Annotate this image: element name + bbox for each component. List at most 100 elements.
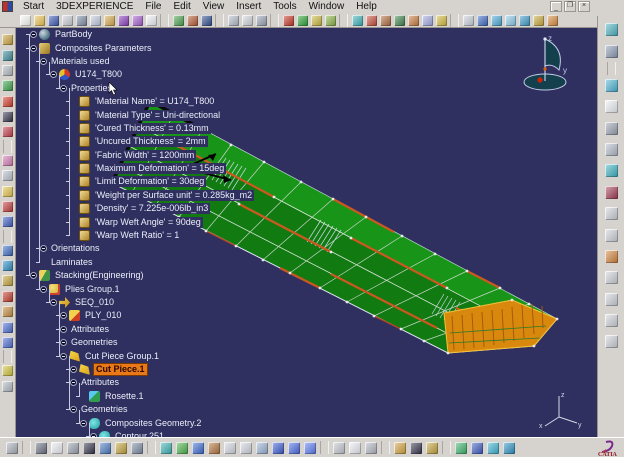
axis-system-icon[interactable] [365,442,377,454]
expander-icon[interactable] [40,286,47,293]
close-button[interactable]: × [578,1,590,12]
pink-tool-icon[interactable] [2,155,13,166]
spark-gray-icon[interactable] [2,381,13,392]
zoom-in-icon[interactable] [224,442,236,454]
expander-icon[interactable] [40,58,47,65]
tree-node-weight-per-surface-unit-0-285kg-m2[interactable]: 'Weight per Surface unit' = 0.285kg_m2 [18,189,338,202]
donut-red-icon[interactable] [2,96,13,107]
fish-cyan-icon[interactable] [503,442,515,454]
menu-item-3dexperience[interactable]: 3DEXPERIENCE [50,1,139,12]
minimize-button[interactable]: _ [550,1,562,12]
tree-node-label[interactable]: PartBody [53,29,94,40]
cut-icon[interactable] [76,15,87,26]
surface-blue-icon[interactable] [477,15,488,26]
menu-item-file[interactable]: File [139,1,167,12]
save-icon[interactable] [48,15,59,26]
ply-gold-icon[interactable] [436,15,447,26]
chat-icon[interactable] [51,442,63,454]
tree-node-label[interactable]: Attributes [69,324,111,335]
tree-node-limit-deformation-30deg[interactable]: 'Limit Deformation' = 30deg [18,175,338,188]
surface-gray-icon[interactable] [463,15,474,26]
grid-icon[interactable] [2,170,13,181]
tree-node-label[interactable]: 'Warp Weft Ratio' = 1 [93,230,181,241]
compass-reset-icon[interactable] [333,442,345,454]
expander-icon[interactable] [50,71,57,78]
tree-node-orientations[interactable]: Orientations [18,242,338,255]
expander-icon[interactable] [70,406,77,413]
s-curve-icon[interactable] [455,442,467,454]
wrench-icon[interactable] [131,442,143,454]
tree-node-material-type-uni-directional[interactable]: 'Material Type' = Uni-directional [18,108,338,121]
tree-node-label[interactable]: 'Weight per Surface unit' = 0.285kg_m2 [93,190,254,201]
micro-icon[interactable] [67,442,79,454]
whats-this-icon[interactable] [146,15,157,26]
menu-item-start[interactable]: Start [17,1,50,12]
tree-node-density-7-225e-006lb-in3[interactable]: 'Density' = 7.225e-006lb_in3 [18,202,338,215]
ply-red-icon[interactable] [366,15,377,26]
fly-mode-icon[interactable] [605,79,618,92]
knife-tool-icon[interactable] [605,122,618,135]
tree-node-material-name-u174-t800[interactable]: 'Material Name' = U174_T800 [18,95,338,108]
tree-node-composites-parameters[interactable]: Composites Parameters [18,41,338,54]
tree-node-label[interactable]: Composites Geometry.2 [103,418,203,429]
tree-node-label[interactable]: 'Fabric Width' = 1200mm [93,150,196,161]
tree-node-label[interactable]: Laminates [49,257,95,268]
checker-icon[interactable] [173,15,184,26]
ply-orange-icon[interactable] [408,15,419,26]
undo-icon[interactable] [118,15,129,26]
square-red-icon[interactable] [2,291,13,302]
tree-node-maximum-deformation-15deg[interactable]: 'Maximum Deformation' = 15deg [18,162,338,175]
tree-node-contour-251[interactable]: Contour.251 [18,430,338,437]
tree-node-label[interactable]: Attributes [79,377,121,388]
tree-node-label[interactable]: Plies Group.1 [63,284,122,295]
part-icon[interactable] [2,80,13,91]
disabled-tool-icon[interactable] [605,229,618,242]
folder-yellow-icon[interactable] [2,186,13,197]
expander-icon[interactable] [50,299,57,306]
expander-icon[interactable] [60,85,67,92]
material-red-icon[interactable] [283,15,294,26]
tree-node-cut-piece-1[interactable]: Cut Piece.1 [18,363,338,376]
tree-node-composites-geometry-2[interactable]: Composites Geometry.2 [18,416,338,429]
expander-icon[interactable] [30,45,37,52]
disabled-tool-icon[interactable] [605,271,618,284]
pan-icon[interactable] [192,442,204,454]
zoom-out-icon[interactable] [240,442,252,454]
tree-node-attributes[interactable]: Attributes [18,376,338,389]
expander-icon[interactable] [60,353,67,360]
analysis-blue-icon[interactable] [519,15,530,26]
new-file-icon[interactable] [20,15,31,26]
fit-all-icon[interactable] [176,442,188,454]
ruler-icon[interactable] [394,442,406,454]
tree-node-materials-used[interactable]: Materials used [18,55,338,68]
analysis-gold-icon[interactable] [533,15,544,26]
expander-icon[interactable] [60,326,67,333]
spark-icon[interactable] [2,365,13,376]
package-icon[interactable] [2,34,13,45]
tree-node-cut-piece-group-1[interactable]: Cut Piece Group.1 [18,349,338,362]
book-red-icon[interactable] [2,201,13,212]
material-green-icon[interactable] [297,15,308,26]
tree-node-label[interactable]: U174_T800 [73,69,124,80]
cube-view-icon[interactable] [304,442,316,454]
clipboard-cyan-icon[interactable] [605,23,618,36]
ply-green-icon[interactable] [394,15,405,26]
catalog-icon[interactable] [228,15,239,26]
print-icon[interactable] [62,15,73,26]
tree-node-label[interactable]: 'Warp Weft Angle' = 90deg [93,217,203,228]
tree-node-label[interactable]: 'Material Type' = Uni-directional [93,110,222,121]
tree-node-label[interactable]: Cut Piece Group.1 [83,351,161,362]
analysis-orange-icon[interactable] [547,15,558,26]
hill-icon[interactable] [2,275,13,286]
tree-node-label[interactable]: Geometries [69,337,120,348]
blank-icon[interactable] [2,65,13,76]
expander-icon[interactable] [60,312,67,319]
tree-node-label[interactable]: Geometries [79,404,130,415]
sketch-icon[interactable] [242,15,253,26]
tree-node-label[interactable]: 'Uncured Thickness' = 2mm [93,136,208,147]
tree-node-label[interactable]: Orientations [49,243,102,254]
lock-icon[interactable] [115,442,127,454]
tree-node-label[interactable]: 'Maximum Deformation' = 15deg [93,163,226,174]
multi-view-icon[interactable] [288,442,300,454]
tree-node-properties[interactable]: Properties [18,82,338,95]
